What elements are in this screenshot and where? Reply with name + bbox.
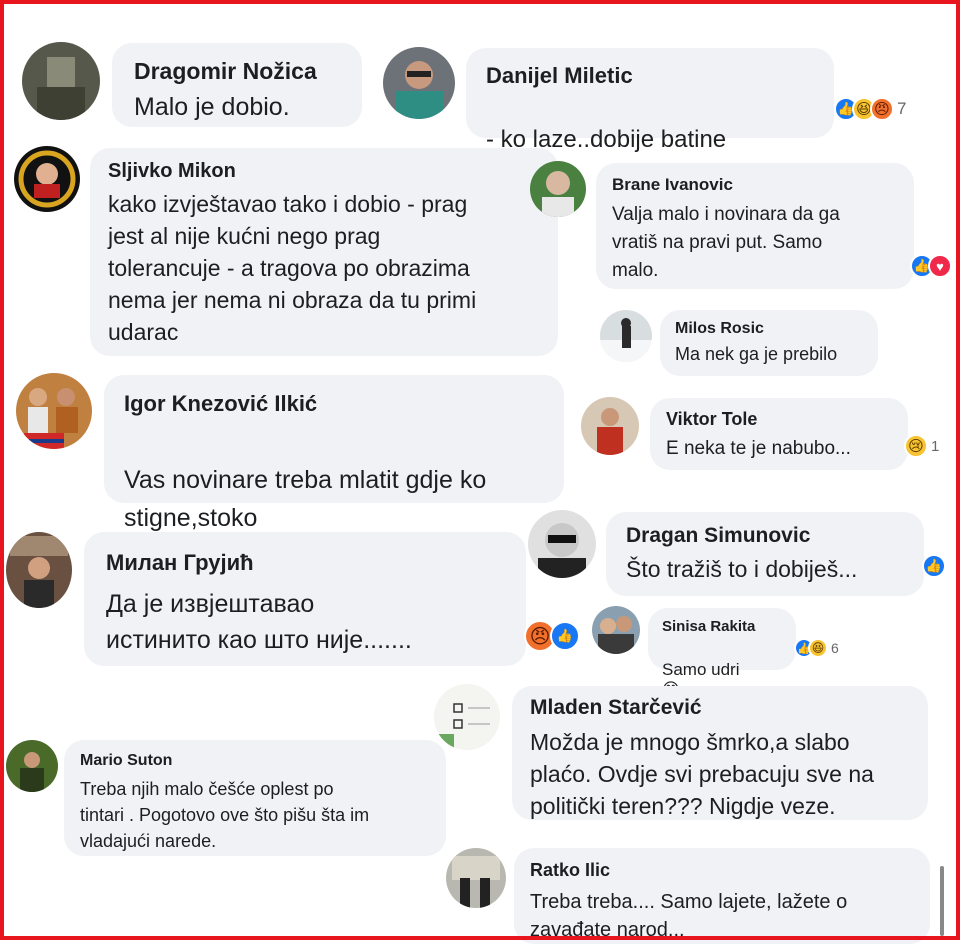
comment-text: E neka te je nabubo... bbox=[666, 438, 851, 459]
comment-bubble: Ratko Ilic Treba treba.... Samo lajete, … bbox=[514, 848, 930, 944]
comment-text: Što tražiš to i dobiješ... bbox=[626, 556, 858, 582]
commenter-name[interactable]: Brane Ivanovic bbox=[612, 175, 733, 195]
comment-bubble: Viktor Tole E neka te je nabubo... bbox=[650, 398, 908, 470]
love-reaction-icon: ♥ bbox=[928, 254, 952, 278]
comment-text: Malo je dobio. bbox=[134, 93, 290, 121]
comment-text: kako izvještavao tako i dobio - prag jes… bbox=[108, 191, 477, 345]
comment-text: Valja malo i novinara da ga vratiš na pr… bbox=[612, 204, 840, 281]
reaction-summary[interactable]: 👍 😆 6 bbox=[794, 638, 839, 658]
comment-bubble: Mladen Starčević Možda je mnogo šmrko,a … bbox=[512, 686, 928, 820]
commenter-name[interactable]: Viktor Tole bbox=[666, 409, 757, 430]
scrollbar[interactable] bbox=[940, 866, 944, 936]
comment-bubble: Sinisa Rakita Samo udri 😊 bbox=[648, 608, 796, 699]
reaction-count: 1 bbox=[931, 437, 940, 455]
commenter-name[interactable]: Mladen Starčević bbox=[530, 696, 702, 720]
avatar[interactable] bbox=[446, 848, 506, 908]
avatar[interactable] bbox=[592, 606, 640, 654]
commenter-name[interactable]: Sljivko Mikon bbox=[108, 160, 236, 183]
commenter-name[interactable]: Milos Rosic bbox=[675, 320, 764, 338]
comment-bubble: Brane Ivanovic Valja malo i novinara da … bbox=[596, 163, 914, 289]
commenter-name[interactable]: Danijel Miletic bbox=[486, 63, 633, 89]
reaction-summary[interactable]: 😢 1 bbox=[904, 434, 939, 458]
avatar[interactable] bbox=[14, 146, 80, 212]
commenter-name[interactable]: Dragan Simunovic bbox=[626, 524, 810, 548]
reaction-summary[interactable]: 👍 bbox=[922, 554, 946, 578]
like-reaction-icon: 👍 bbox=[922, 554, 946, 578]
comment-text-content: Vas novinare treba mlatit gdje ko stigne… bbox=[124, 466, 487, 532]
like-reaction-icon: 👍 bbox=[550, 621, 580, 651]
comment-bubble: Милан Грујић Да је извјештавао истинито … bbox=[84, 532, 526, 666]
comment-bubble: Danijel Miletic - ko laze..dobije batine… bbox=[466, 48, 834, 181]
reaction-count: 7 bbox=[897, 99, 907, 118]
comment-bubble: Sljivko Mikon kako izvještavao tako i do… bbox=[90, 148, 558, 356]
commenter-name[interactable]: Sinisa Rakita bbox=[662, 618, 755, 635]
avatar[interactable] bbox=[16, 373, 92, 449]
commenter-name[interactable]: Dragomir Nožica bbox=[134, 58, 317, 85]
comment-text: Treba treba.... Samo lajete, lažete o za… bbox=[530, 891, 848, 941]
comment-text: Treba njih malo češće oplest po tintari … bbox=[80, 779, 370, 851]
comment-text: Да је извјештавао истинито као што није.… bbox=[106, 590, 412, 654]
reaction-count: 6 bbox=[831, 640, 839, 656]
reaction-summary[interactable]: 👍 ♥ bbox=[910, 254, 952, 278]
avatar[interactable] bbox=[530, 161, 586, 217]
reaction-summary[interactable]: 👍 😆 😠 7 bbox=[834, 97, 906, 121]
comment-text: Možda je mnogo šmrko,a slabo plaćo. Ovdj… bbox=[530, 729, 874, 819]
commenter-name[interactable]: Mario Suton bbox=[80, 752, 172, 770]
comment-bubble: Mario Suton Treba njih malo češće oplest… bbox=[64, 740, 446, 856]
haha-reaction-icon: 😆 bbox=[808, 638, 828, 658]
comment-text-content: Samo udri bbox=[662, 660, 740, 679]
avatar[interactable] bbox=[581, 397, 639, 455]
avatar[interactable] bbox=[528, 510, 596, 578]
commenter-name[interactable]: Ratko Ilic bbox=[530, 860, 610, 881]
avatar[interactable] bbox=[434, 684, 500, 750]
avatar[interactable] bbox=[383, 47, 455, 119]
commenter-name[interactable]: Igor Knezović Ilkić bbox=[124, 391, 317, 417]
comment-bubble: Dragomir Nožica Malo je dobio. bbox=[112, 43, 362, 127]
commenter-name[interactable]: Милан Грујић bbox=[106, 550, 254, 576]
comment-bubble: Igor Knezović Ilkić Vas novinare treba m… bbox=[104, 375, 564, 569]
comment-bubble: Milos Rosic Ma nek ga je prebilo bbox=[660, 310, 878, 376]
angry-reaction-icon: 😠 bbox=[870, 97, 894, 121]
comment-bubble: Dragan Simunovic Što tražiš to i dobiješ… bbox=[606, 512, 924, 596]
comment-text: Ma nek ga je prebilo bbox=[675, 344, 838, 364]
sad-reaction-icon: 😢 bbox=[904, 434, 928, 458]
avatar[interactable] bbox=[600, 310, 652, 362]
avatar[interactable] bbox=[22, 42, 100, 120]
avatar[interactable] bbox=[6, 532, 72, 608]
avatar[interactable] bbox=[6, 740, 58, 792]
reaction-summary[interactable]: 😠 👍 bbox=[524, 620, 580, 652]
